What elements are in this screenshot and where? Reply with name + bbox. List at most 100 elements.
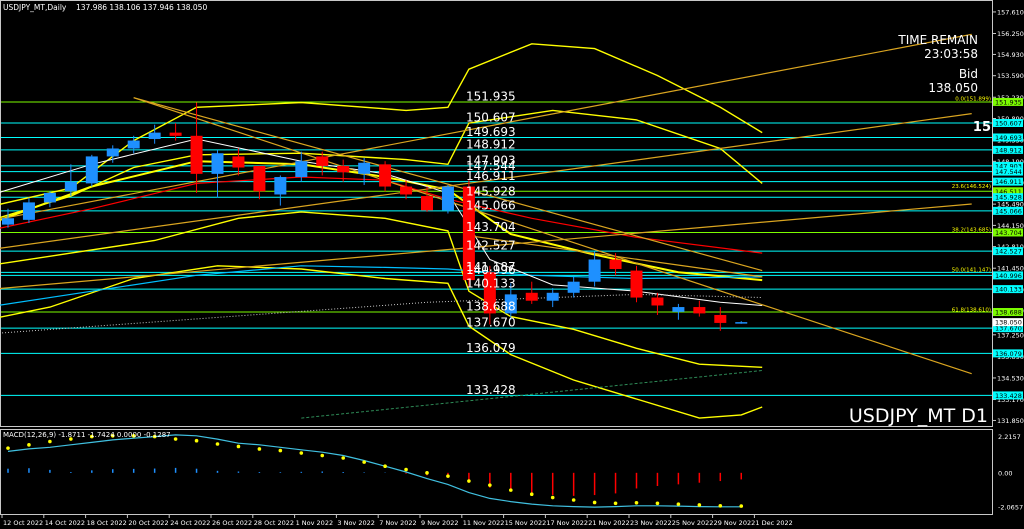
macd-signal-dot [655, 501, 660, 506]
candle-body [441, 186, 454, 211]
candle-body [190, 135, 203, 174]
candle-body [43, 192, 56, 203]
price-tick-label: 156.250 [997, 30, 1024, 38]
macd-signal-dot [404, 467, 408, 472]
candle-body [106, 148, 119, 157]
level-badge-text: 142.527 [995, 248, 1022, 256]
candle-body [2, 218, 14, 225]
candle-body [525, 292, 538, 301]
date-tick-label: 1 Dec 2022 [755, 519, 792, 527]
macd-tick-label: -2.0657 [998, 503, 1023, 511]
level-label: 140.133 [466, 277, 516, 291]
level-label: 151.935 [466, 89, 516, 103]
symbol-watermark: USDJPY_MT D1 [849, 405, 988, 427]
macd-signal-dot [739, 504, 744, 508]
fib-label: 50.0(141.147) [952, 268, 991, 274]
candle-body [379, 164, 392, 187]
level-badge-text: 136.079 [995, 350, 1022, 358]
candle-body [358, 162, 371, 174]
macd-signal-dot [362, 460, 366, 464]
candle-body [400, 186, 413, 195]
macd-signal-dot [173, 437, 178, 441]
date-tick-label: 24 Oct 2022 [170, 519, 210, 527]
level-label: 150.607 [466, 110, 516, 124]
level-badge-text: 145.928 [995, 194, 1022, 202]
date-tick-label: 9 Nov 2022 [421, 519, 459, 527]
candle-body [693, 307, 706, 314]
candle-body [148, 132, 161, 139]
macd-signal-dot [341, 456, 346, 460]
date-tick-label: 7 Nov 2022 [379, 519, 417, 527]
candle-body [651, 297, 664, 306]
level-label: 143.704 [466, 220, 516, 234]
time-remain-value: 23:03:58 [924, 47, 978, 61]
candle-body [232, 156, 245, 168]
price-tick-label: 134.530 [997, 374, 1024, 382]
macd-signal-dot [592, 500, 597, 505]
level-badge-text: 151.935 [995, 98, 1022, 106]
macd-signal-dot [446, 474, 450, 478]
time-remain-label: TIME REMAIN [897, 33, 978, 47]
chart-canvas[interactable]: 151.935150.607149.693148.912147.903147.5… [0, 0, 1024, 529]
macd-signal-dot [550, 495, 555, 500]
date-tick-label: 3 Nov 2022 [337, 519, 375, 527]
candle-body [64, 181, 77, 192]
level-label: 146.911 [466, 169, 516, 183]
level-badge-text: 133.428 [995, 392, 1022, 400]
date-tick-label: 29 Nov 2022 [714, 519, 756, 527]
candle-body [630, 270, 643, 298]
candle-body [85, 156, 98, 184]
level-badge-text: 147.544 [995, 168, 1022, 176]
level-badge-text: 145.066 [995, 207, 1022, 215]
level-label: 148.912 [466, 137, 516, 151]
candle-body [588, 259, 601, 282]
date-tick-label: 14 Oct 2022 [45, 519, 85, 527]
candle-body [735, 322, 748, 324]
price-tick-label: 157.610 [997, 8, 1024, 16]
date-tick-label: 25 Nov 2022 [672, 519, 714, 527]
macd-signal-dot [6, 446, 10, 450]
macd-signal-dot [425, 471, 429, 475]
date-tick-label: 18 Oct 2022 [87, 519, 127, 527]
macd-signal-dot [613, 501, 618, 506]
fib-label: 61.8(138.610) [952, 308, 991, 314]
candle-body [337, 165, 350, 173]
bid-badge-text: 138.050 [995, 319, 1022, 327]
candle-body [714, 314, 727, 323]
level-badge-text: 140.996 [995, 272, 1022, 280]
macd-tick-label: 0.00 [998, 469, 1012, 477]
candle-body [546, 292, 559, 301]
macd-signal-dot [697, 503, 702, 507]
level-label: 140.996 [466, 263, 516, 277]
date-tick-label: 26 Oct 2022 [212, 519, 252, 527]
level-badge-text: 140.133 [995, 286, 1022, 294]
macd-signal-dot [488, 483, 492, 487]
macd-signal-dot [383, 464, 387, 469]
date-tick-label: 1 Nov 2022 [296, 519, 334, 527]
fib-label: 23.6(146.524) [952, 184, 991, 190]
date-tick-label: 21 Nov 2022 [588, 519, 630, 527]
price-tick-label: 154.930 [997, 51, 1024, 59]
candle-body [567, 281, 580, 293]
level-label: 145.928 [466, 185, 516, 199]
level-badge-text: 138.688 [995, 309, 1022, 317]
price-tick-label: 131.850 [997, 417, 1024, 425]
date-tick-label: 17 Nov 2022 [546, 519, 588, 527]
date-tick-label: 11 Nov 2022 [463, 519, 505, 527]
level-badge-text: 143.704 [995, 229, 1022, 237]
price-tick-label: 153.590 [997, 72, 1024, 80]
macd-signal-dot [48, 439, 52, 444]
level-label: 145.066 [466, 198, 516, 212]
candle-body [211, 153, 224, 174]
level-label: 136.079 [466, 341, 516, 355]
date-tick-label: 20 Oct 2022 [128, 519, 168, 527]
macd-signal-dot [467, 479, 471, 483]
macd-signal-dot [509, 488, 513, 492]
level-label: 138.688 [466, 300, 516, 314]
macd-signal-dot [257, 447, 262, 451]
date-tick-label: 12 Oct 2022 [3, 519, 43, 527]
level-label: 137.670 [466, 316, 516, 330]
macd-signal-dot [236, 444, 241, 449]
level-badge-text: 150.607 [995, 119, 1022, 127]
bid-label: Bid [959, 67, 978, 81]
